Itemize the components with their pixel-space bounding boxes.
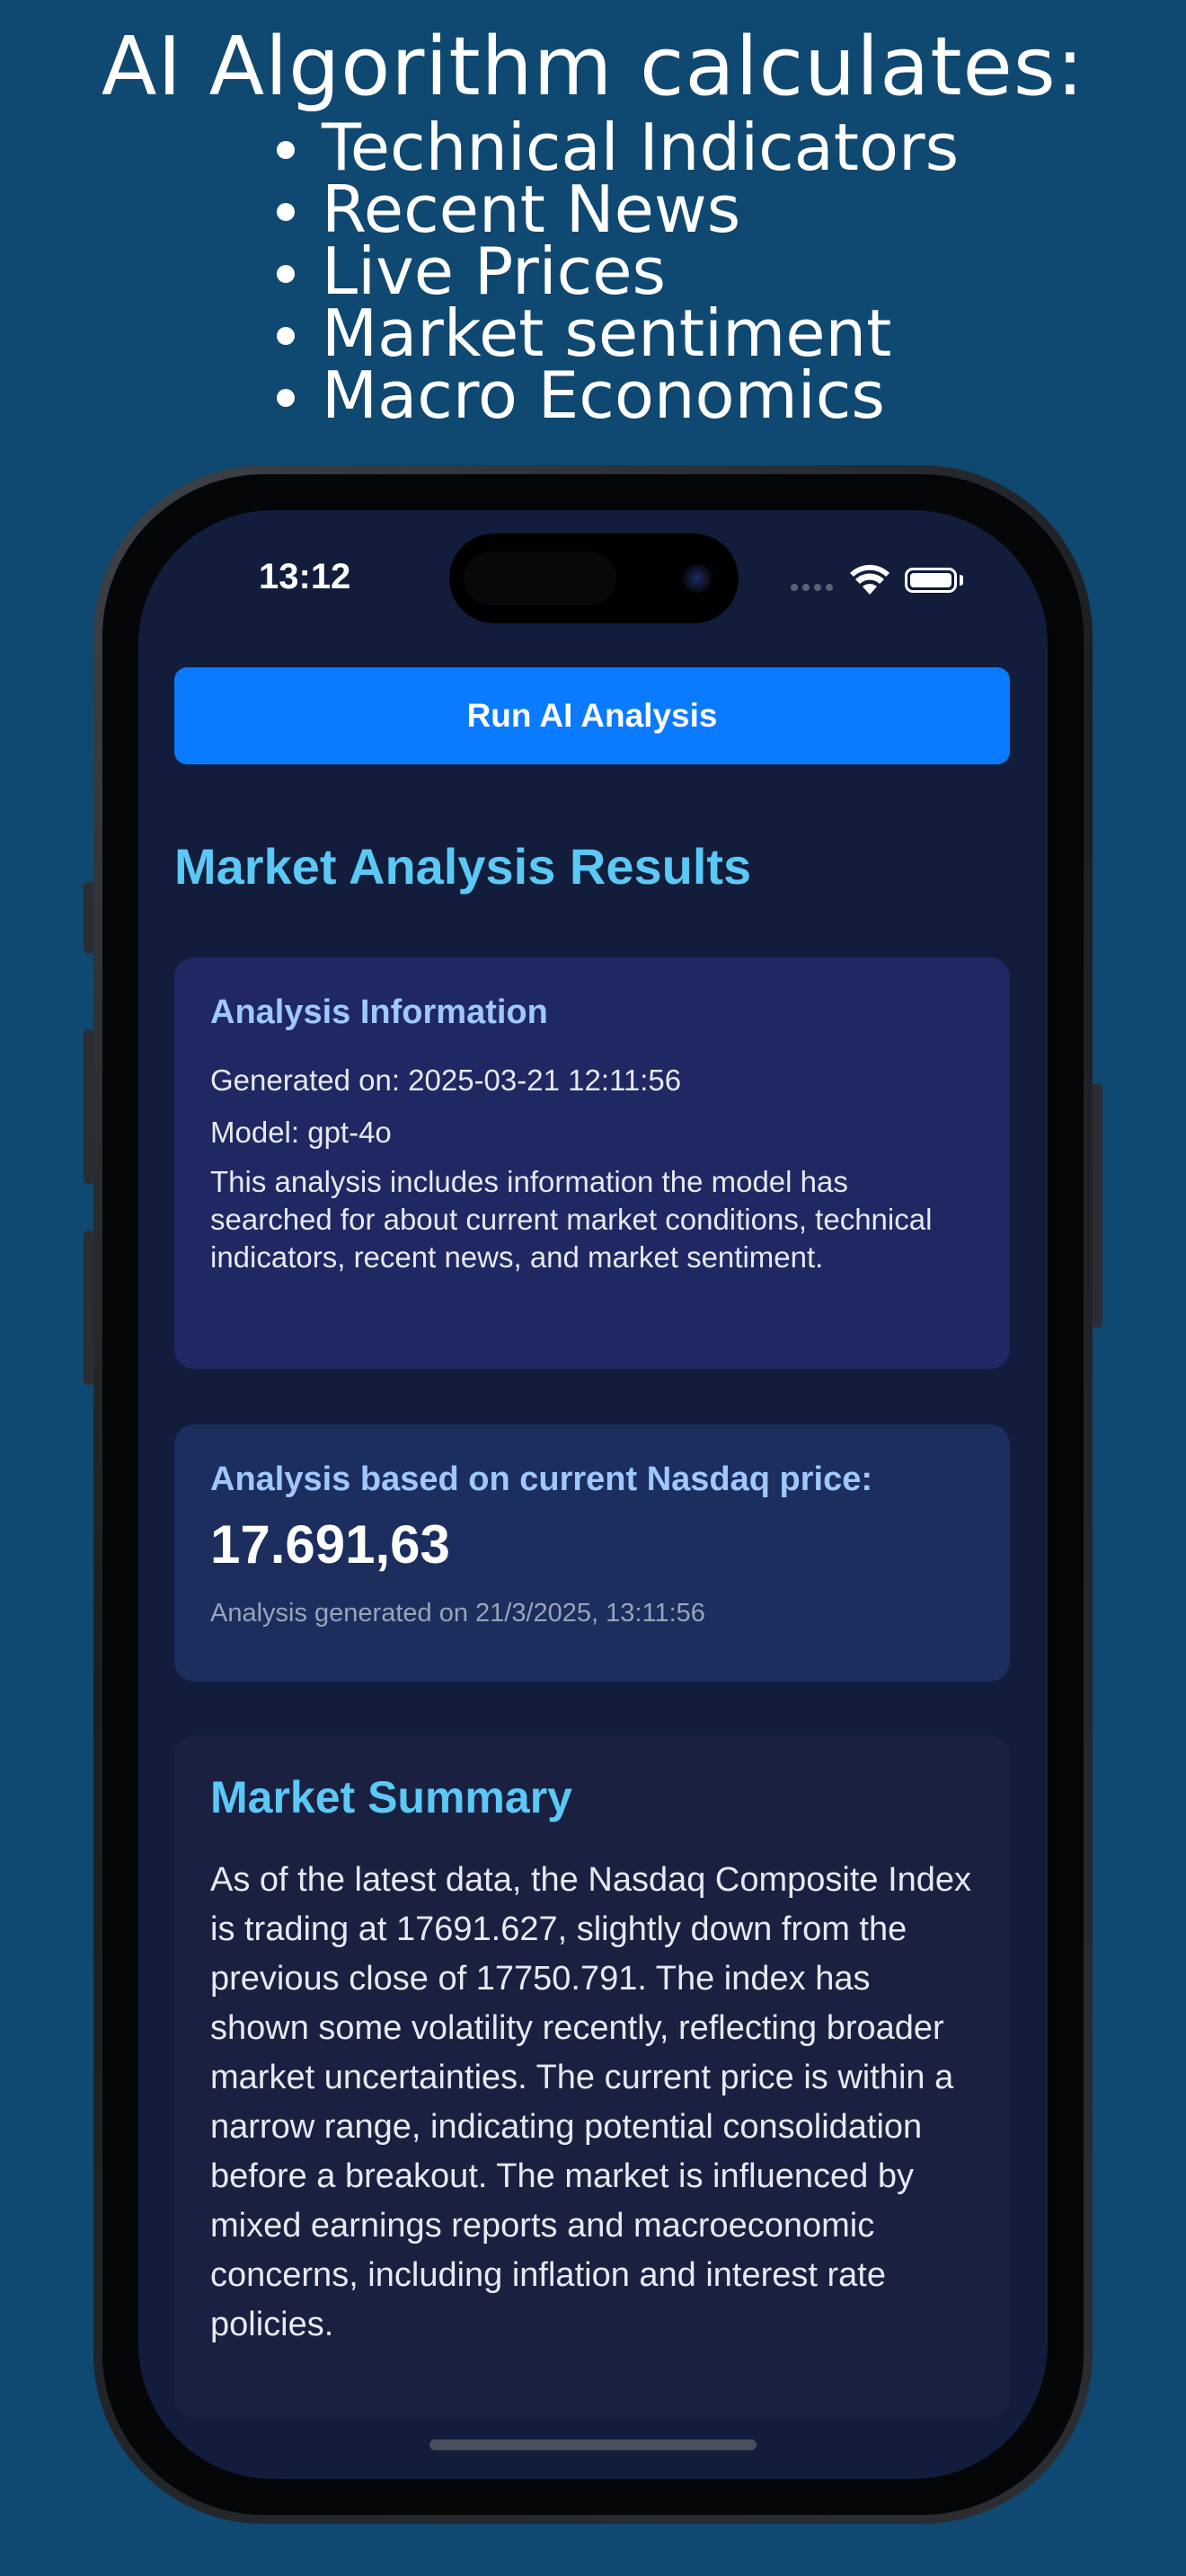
market-summary-heading: Market Summary	[210, 1772, 572, 1822]
model-text: Model: gpt-4o	[210, 1116, 392, 1149]
market-summary-card: Market Summary As of the latest data, th…	[174, 1735, 1010, 2418]
feature-item: Recent News	[261, 177, 959, 242]
front-camera-icon	[683, 564, 712, 593]
price-generated-note: Analysis generated on 21/3/2025, 13:11:5…	[210, 1599, 705, 1628]
nasdaq-price-value: 17.691,63	[210, 1514, 450, 1575]
battery-icon	[905, 568, 957, 593]
feature-item: Macro Economics	[261, 363, 959, 428]
feature-item: Market sentiment	[261, 301, 959, 366]
analysis-description: This analysis includes information the m…	[210, 1165, 933, 1274]
analysis-information-heading: Analysis Information	[210, 993, 548, 1031]
status-time: 13:12	[259, 557, 351, 596]
home-indicator[interactable]	[429, 2439, 757, 2450]
side-power-button	[1092, 1083, 1102, 1328]
results-title: Market Analysis Results	[174, 838, 752, 895]
battery-tip	[960, 575, 963, 586]
dynamic-island	[449, 534, 739, 623]
market-summary-body: As of the latest data, the Nasdaq Compos…	[210, 1861, 972, 2343]
feature-item: Live Prices	[261, 239, 959, 304]
price-card-heading: Analysis based on current Nasdaq price:	[210, 1460, 873, 1498]
feature-list: Technical Indicators Recent News Live Pr…	[261, 115, 959, 428]
phone-screen: 13:12 Run AI Analysis Market Analysis Re…	[138, 510, 1048, 2479]
cellular-signal-icon	[791, 580, 836, 591]
run-ai-analysis-button[interactable]: Run AI Analysis	[174, 667, 1010, 764]
nasdaq-price-card: Analysis based on current Nasdaq price: …	[174, 1425, 1010, 1681]
status-bar: 13:12	[138, 510, 1048, 654]
analysis-information-card: Analysis Information Generated on: 2025-…	[174, 957, 1010, 1369]
wifi-icon	[850, 564, 890, 595]
generated-on-text: Generated on: 2025-03-21 12:11:56	[210, 1063, 682, 1097]
phone-frame: 13:12 Run AI Analysis Market Analysis Re…	[93, 465, 1093, 2524]
promo-headline: AI Algorithm calculates:	[101, 20, 1085, 114]
feature-item: Technical Indicators	[261, 115, 959, 180]
island-sensor	[464, 551, 616, 605]
